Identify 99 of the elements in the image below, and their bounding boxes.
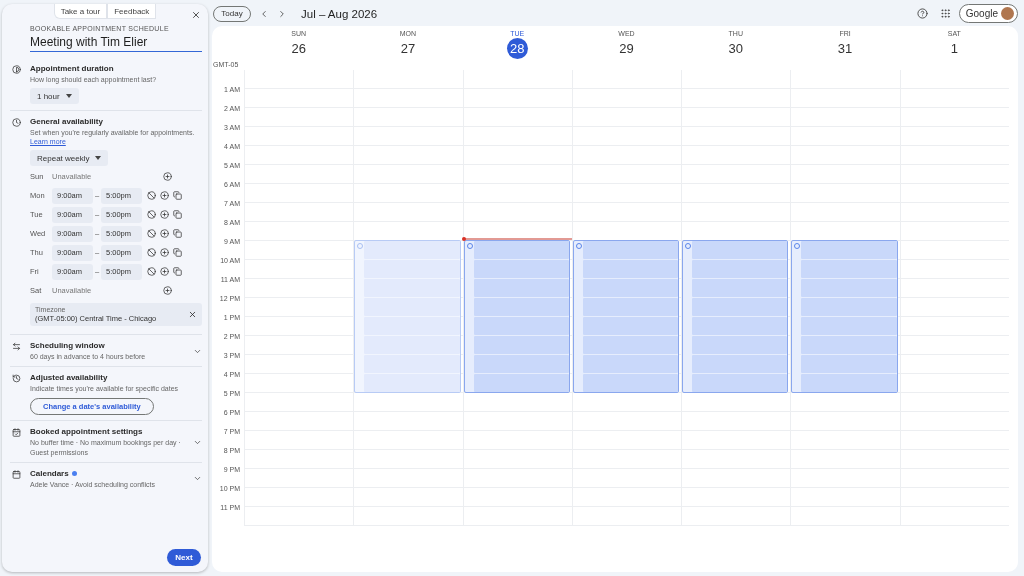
copy-icon xyxy=(173,229,182,239)
add-icon xyxy=(163,172,172,182)
status-dot-icon xyxy=(71,470,77,476)
time-slot[interactable] xyxy=(692,336,788,354)
repeat-dropdown[interactable]: Repeat weekly xyxy=(30,150,109,167)
duration-dropdown[interactable]: 1 hour xyxy=(30,88,79,105)
title-field[interactable]: Meeting with Tim Elier xyxy=(30,35,202,52)
time-slot[interactable] xyxy=(473,317,569,335)
section-title: Calendars xyxy=(30,468,69,478)
add-icon xyxy=(160,229,169,239)
time-slot[interactable] xyxy=(473,279,569,297)
time-slot[interactable] xyxy=(801,298,897,316)
circle-slash-icon xyxy=(147,191,156,201)
caret-icon xyxy=(95,156,102,161)
section-title: General availability xyxy=(30,117,103,127)
clock-icon xyxy=(11,118,21,128)
circle-slash-icon xyxy=(147,210,156,220)
availability-block[interactable] xyxy=(572,240,680,393)
time-slot[interactable] xyxy=(364,317,460,335)
next-button[interactable]: Next xyxy=(167,549,201,566)
availability-block[interactable] xyxy=(791,240,898,393)
time-slot[interactable] xyxy=(582,317,679,335)
top-button[interactable]: Take a tour xyxy=(53,4,108,19)
time-slot[interactable] xyxy=(364,298,460,316)
copy-icon xyxy=(173,248,182,258)
time-slot[interactable] xyxy=(692,355,788,373)
time-slot[interactable] xyxy=(692,260,788,278)
time-slot[interactable] xyxy=(473,298,569,316)
caret-icon xyxy=(65,94,72,99)
circle-slash-icon xyxy=(147,229,156,239)
circle-slash-icon xyxy=(147,248,156,258)
history-icon xyxy=(11,374,21,384)
time-slot[interactable] xyxy=(364,241,460,259)
day-number[interactable]: 29 xyxy=(616,38,637,59)
time-slot[interactable] xyxy=(801,355,897,373)
time-slot[interactable] xyxy=(473,336,569,354)
account-button[interactable]: Google xyxy=(958,4,1018,23)
availability-block[interactable] xyxy=(463,240,570,393)
section-title: Adjusted availability xyxy=(30,373,108,383)
date-range-title: Jul – Aug 2026 xyxy=(301,7,378,20)
next-week-button[interactable] xyxy=(277,8,287,19)
section-title: Appointment duration xyxy=(30,64,114,73)
add-icon xyxy=(160,210,169,220)
time-slot[interactable] xyxy=(364,374,460,392)
time-slot[interactable] xyxy=(692,279,788,297)
time-slot[interactable] xyxy=(473,355,569,373)
time-slot[interactable] xyxy=(364,279,460,297)
time-slot[interactable] xyxy=(582,298,679,316)
time-slot[interactable] xyxy=(801,336,897,354)
time-slot[interactable] xyxy=(473,260,569,278)
apps-button[interactable] xyxy=(939,8,951,19)
add-icon xyxy=(160,267,169,277)
time-slot[interactable] xyxy=(801,317,897,335)
top-button[interactable]: Feedback xyxy=(107,4,157,19)
availability-block[interactable] xyxy=(682,240,789,393)
help-button[interactable] xyxy=(916,8,928,19)
previous-button[interactable] xyxy=(259,8,269,19)
time-slot[interactable] xyxy=(692,317,788,335)
time-slot[interactable] xyxy=(582,241,679,259)
circle-slash-icon xyxy=(147,267,156,277)
time-slot[interactable] xyxy=(692,374,788,392)
day-number[interactable]: 26 xyxy=(288,38,310,59)
time-slot[interactable] xyxy=(582,336,679,354)
time-slot[interactable] xyxy=(582,279,679,297)
day-number[interactable]: 31 xyxy=(834,38,856,59)
half-circle-icon xyxy=(11,65,21,74)
avatar-icon xyxy=(1001,7,1014,20)
copy-icon xyxy=(173,210,182,220)
day-number[interactable]: 28 xyxy=(506,38,528,59)
time-slot[interactable] xyxy=(801,260,897,278)
time-slot[interactable] xyxy=(801,279,897,297)
copy-icon xyxy=(173,191,182,201)
section-title: Scheduling window xyxy=(30,341,105,351)
time-slot[interactable] xyxy=(582,355,679,373)
close-button[interactable] xyxy=(191,10,201,20)
availability-block[interactable] xyxy=(354,240,461,393)
time-slot[interactable] xyxy=(582,260,679,278)
copy-icon xyxy=(173,267,182,277)
time-slot[interactable] xyxy=(801,374,897,392)
time-slot[interactable] xyxy=(364,355,460,373)
clear-icon[interactable] xyxy=(188,310,197,320)
time-slot[interactable] xyxy=(692,298,788,316)
section-title: Booked appointment settings xyxy=(30,427,143,437)
day-number[interactable]: 30 xyxy=(725,38,747,59)
time-slot[interactable] xyxy=(582,374,679,392)
time-slot[interactable] xyxy=(364,336,460,354)
arrows-icon xyxy=(11,342,21,352)
time-slot[interactable] xyxy=(473,241,569,259)
day-number[interactable]: 1 xyxy=(943,38,965,59)
time-slot[interactable] xyxy=(364,260,460,278)
calendar-icon xyxy=(11,469,21,479)
time-slot[interactable] xyxy=(473,374,569,392)
add-icon xyxy=(163,286,172,296)
time-slot[interactable] xyxy=(692,241,788,259)
day-number[interactable]: 27 xyxy=(397,38,419,59)
time-slot[interactable] xyxy=(801,241,897,259)
add-icon xyxy=(160,191,169,201)
add-icon xyxy=(160,248,169,258)
calendar-check-icon xyxy=(11,428,21,438)
